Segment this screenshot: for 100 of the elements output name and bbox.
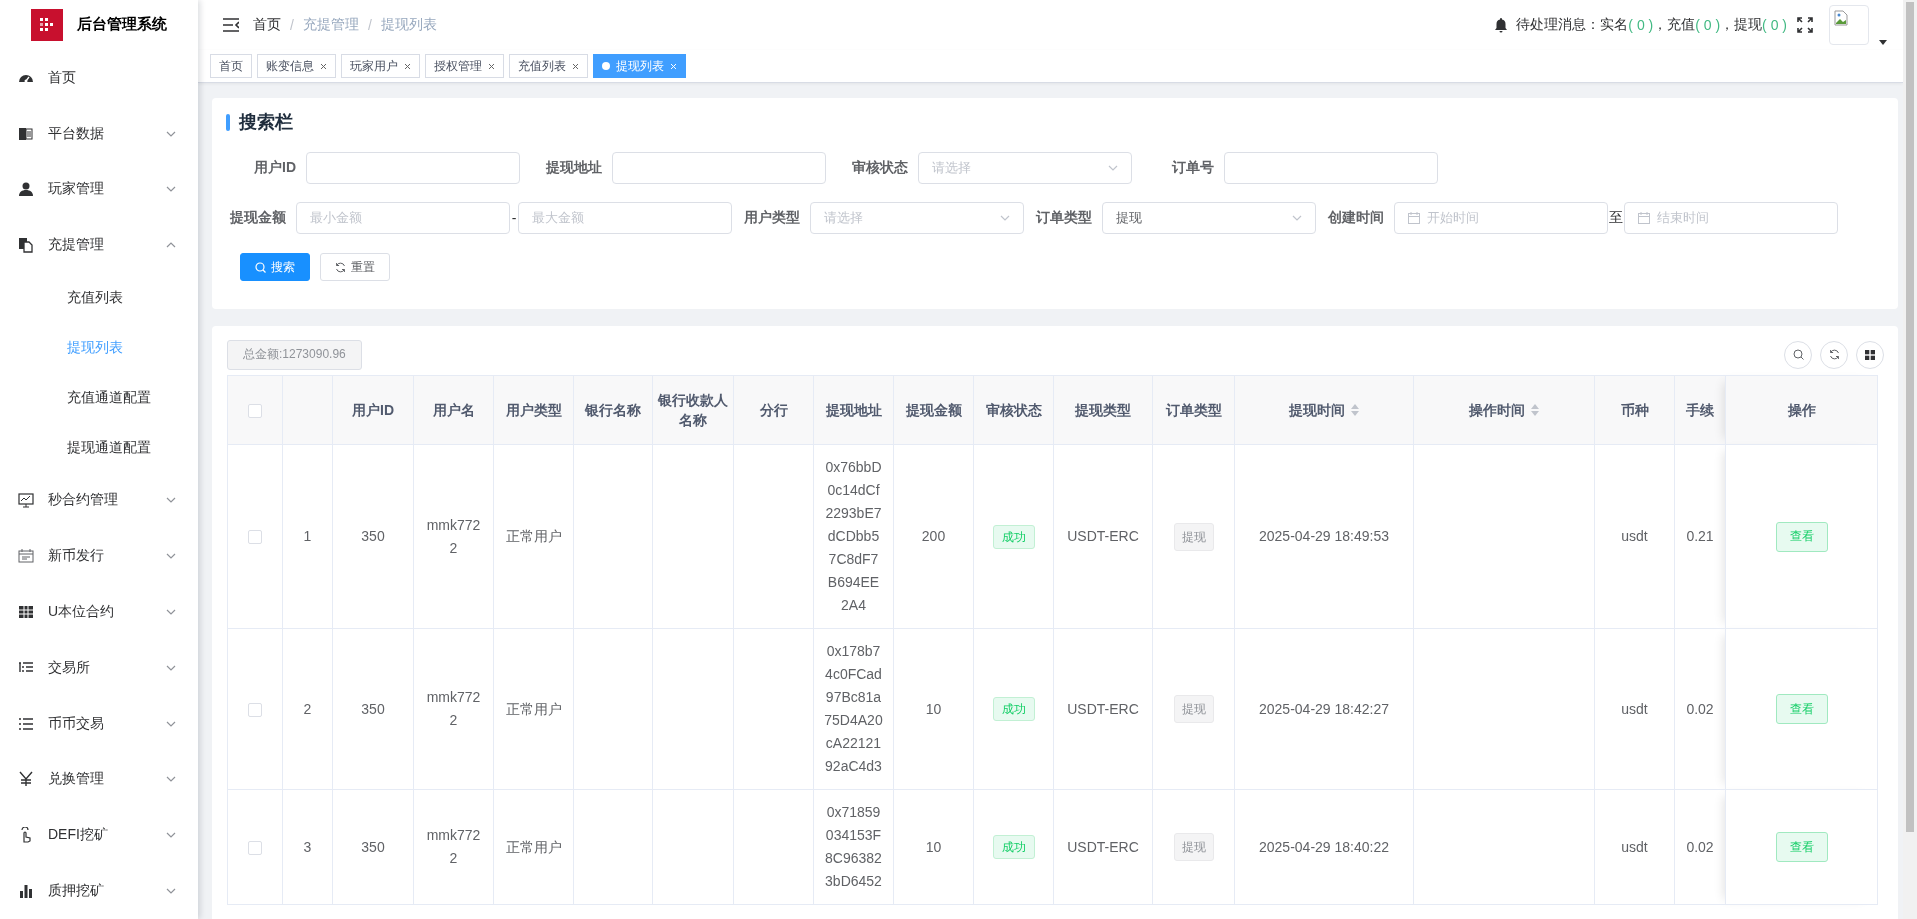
breadcrumb-separator: /: [367, 17, 372, 33]
table-cell-text: 0x178b74c0FCad97Bc81a75D4A20cA2212192aC4d3: [824, 642, 883, 776]
menu-item[interactable]: 质押挖矿: [0, 863, 198, 919]
refresh-icon: [335, 261, 346, 273]
tab-label[interactable]: 首页: [219, 57, 243, 75]
submenu-item[interactable]: 充值通道配置: [0, 372, 198, 423]
search-icon: [1792, 349, 1804, 360]
row-checkbox[interactable]: [248, 530, 262, 545]
menu-item[interactable]: DEFI挖矿: [0, 807, 198, 864]
menu-item[interactable]: 币币交易: [0, 695, 198, 752]
field-label: 提现金额: [229, 209, 287, 227]
menu-item[interactable]: 秒合约管理: [0, 472, 198, 529]
chevron-down-icon: [166, 186, 176, 193]
table-cell: 2025-04-29 18:42:27: [1234, 628, 1414, 790]
menu-item[interactable]: 平台数据: [0, 105, 198, 162]
page-scrollbar[interactable]: [1906, 2, 1914, 832]
search-toggle-button[interactable]: [1784, 340, 1812, 369]
refresh-button[interactable]: [1820, 340, 1848, 369]
menu-item[interactable]: U本位合约: [0, 584, 198, 640]
input-field[interactable]: [1224, 152, 1438, 184]
sort-icon[interactable]: [1531, 404, 1539, 416]
order-type-tag: 提现: [1173, 695, 1214, 723]
menu-icon[interactable]: [223, 18, 239, 32]
status-tag: 成功: [992, 697, 1035, 721]
field-label: 提现地址: [545, 159, 603, 177]
menu-item[interactable]: 交易所: [0, 639, 198, 696]
table-cell: 0.02: [1674, 789, 1726, 905]
refresh-icon: [1828, 349, 1840, 360]
chevron-down-icon: [1108, 165, 1118, 171]
tab[interactable]: 授权管理: [425, 54, 504, 78]
row-checkbox[interactable]: [248, 702, 262, 717]
menu-item[interactable]: 新币发行: [0, 528, 198, 585]
columns-button[interactable]: [1856, 340, 1884, 369]
breadcrumb-link[interactable]: 首页: [253, 16, 281, 34]
notice-label: ，提现: [1720, 16, 1763, 32]
select-all-checkbox[interactable]: [248, 404, 262, 419]
table-cell: 3: [282, 789, 333, 905]
column-header: 用户类型: [505, 401, 562, 420]
panel-title: 搜索栏: [239, 111, 293, 134]
chevron-down-icon: [166, 497, 176, 504]
tab[interactable]: 充值列表: [509, 54, 588, 78]
order-type-tag: 提现: [1173, 522, 1214, 551]
close-icon[interactable]: [320, 62, 327, 70]
breadcrumb-separator: /: [290, 17, 294, 33]
tab-label[interactable]: 玩家用户: [350, 57, 398, 75]
tab[interactable]: 首页: [210, 54, 252, 78]
tab[interactable]: 玩家用户: [341, 54, 420, 78]
menu-item[interactable]: 兑换管理: [0, 751, 198, 808]
fullscreen-icon[interactable]: [1797, 17, 1813, 33]
book-icon: [18, 125, 34, 142]
sort-icon[interactable]: [1351, 404, 1359, 416]
menu-item[interactable]: 首页: [0, 49, 198, 106]
menu-item[interactable]: 玩家管理: [0, 161, 198, 218]
close-icon[interactable]: [572, 62, 579, 70]
column-header: 用户名: [432, 401, 475, 420]
tab-label[interactable]: 授权管理: [434, 57, 482, 75]
menu-item[interactable]: 充提管理: [0, 217, 198, 274]
table-cell-text: mmk7722: [425, 515, 482, 558]
tab-label[interactable]: 账变信息: [266, 57, 314, 75]
monitor-chart-icon: [18, 492, 34, 509]
column-header: 分行: [759, 401, 788, 420]
field-label: 订单类型: [1034, 209, 1093, 227]
table-cell: 2025-04-29 18:49:53: [1234, 444, 1414, 629]
tab[interactable]: 账变信息: [257, 54, 336, 78]
field-label: 订单号: [1170, 159, 1215, 177]
search-icon: [255, 261, 266, 273]
table-cell: USDT-ERC: [1053, 444, 1153, 629]
column-header: 手续: [1686, 401, 1714, 420]
row-checkbox[interactable]: [248, 840, 262, 855]
column-header: 币种: [1620, 401, 1649, 420]
bell-icon: [1494, 17, 1509, 33]
column-header: 审核状态: [985, 401, 1042, 420]
notice-label: ，充值: [1653, 16, 1696, 32]
tab-label[interactable]: 充值列表: [518, 57, 566, 75]
table-cell-text: mmk7722: [425, 688, 482, 730]
input-field[interactable]: [612, 152, 826, 184]
column-header: 银行收款人名称: [657, 391, 729, 430]
table-cell: usdt: [1594, 628, 1675, 790]
table-cell: 10: [893, 789, 974, 905]
close-icon[interactable]: [404, 62, 411, 70]
grid-icon: [1865, 349, 1875, 360]
select-field[interactable]: 提现: [1102, 202, 1316, 234]
avatar-frame[interactable]: [1829, 5, 1869, 45]
table-cell: 正常用户: [493, 444, 574, 629]
reset-button[interactable]: 重置: [320, 253, 390, 281]
close-icon[interactable]: [488, 62, 495, 70]
table-cell: USDT-ERC: [1053, 789, 1153, 905]
submenu-item[interactable]: 提现通道配置: [0, 422, 198, 473]
grid-icon: [18, 604, 34, 620]
logo-icon: [31, 8, 63, 41]
submenu-item[interactable]: 充值列表: [0, 273, 198, 323]
table-cell: usdt: [1594, 444, 1675, 629]
column-header: 提现地址: [825, 401, 882, 420]
input-field[interactable]: [306, 152, 520, 184]
status-tag: 成功: [992, 835, 1035, 859]
field-label: 用户ID: [253, 159, 297, 177]
caret-icon[interactable]: [1879, 40, 1887, 45]
chevron-down-icon: [166, 720, 176, 727]
broken-image-icon: [1834, 10, 1848, 26]
chevron-down-icon: [166, 888, 176, 895]
